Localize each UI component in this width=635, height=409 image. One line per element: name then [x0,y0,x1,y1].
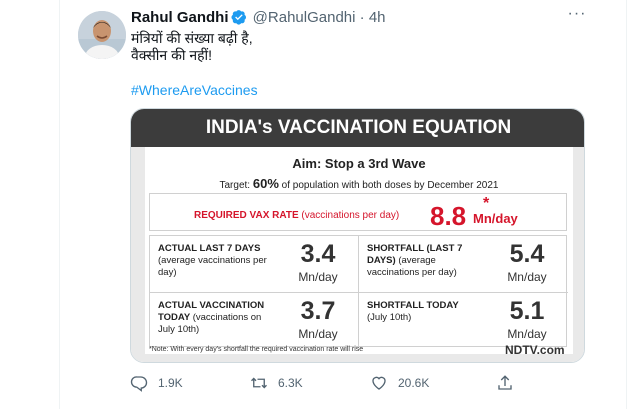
stat-title: SHORTFALL TODAY [367,300,459,311]
more-horizontal-icon[interactable]: ··· [566,6,588,26]
stat-title: ACTUAL LAST 7 DAYS [158,243,261,254]
hashtag-link[interactable]: #WhereAreVaccines [131,82,258,98]
tweet-header: Rahul Gandhi @RahulGandhi · 4h [131,9,386,26]
share-icon [498,375,512,390]
avatar-image [78,11,126,59]
retweet-button[interactable]: 6.3K [250,374,303,392]
media-image[interactable]: INDIA's VACCINATION EQUATION Aim: Stop a… [130,108,585,363]
stat-value: 3.4 [300,240,336,268]
required-rate-unit: Mn/day [473,211,518,226]
required-rate-label: REQUIRED VAX RATE (vaccinations per day) [194,210,399,221]
like-button[interactable]: 20.6K [370,374,429,392]
stat-unit: Mn/day [298,327,338,341]
stat-unit: Mn/day [507,270,547,284]
infographic-body: Aim: Stop a 3rd Wave Target: 60% of popu… [131,147,584,362]
author-handle[interactable]: @RahulGandhi [253,9,356,26]
stat-unit: Mn/day [507,327,547,341]
target-suffix: of population with both doses by Decembe… [278,180,499,191]
left-gutter [0,0,60,409]
tweet-text-line-2: वैक्सीन की नहीं! [131,47,213,63]
brand-logo: NDTV.com [505,343,565,357]
required-rate-title: REQUIRED VAX RATE [194,210,299,221]
target-text: Target: 60% of population with both dose… [145,176,573,191]
retweet-count: 6.3K [278,376,303,390]
target-percent: 60% [252,176,279,191]
stat-actual-last-7-days: ACTUAL LAST 7 DAYS (average vaccinations … [150,236,358,292]
reply-button[interactable]: 1.9K [130,374,183,392]
stat-label: ACTUAL LAST 7 DAYS (average vaccinations … [158,243,278,279]
infographic-panel: Aim: Stop a 3rd Wave Target: 60% of popu… [145,147,573,357]
stat-subtitle: (July 10th) [367,312,412,323]
stat-label: SHORTFALL TODAY (July 10th) [367,300,487,324]
action-bar: 1.9K 6.3K 20.6K [0,374,635,394]
stat-subtitle: (average vaccinations per day) [158,255,267,278]
stat-value: 3.7 [300,297,336,325]
stat-actual-today: ACTUAL VACCINATION TODAY (vaccinations o… [150,293,358,349]
reply-count: 1.9K [158,376,183,390]
author-name[interactable]: Rahul Gandhi [131,9,229,26]
tweet-time[interactable]: 4h [369,9,386,26]
heart-icon [372,376,386,390]
verified-badge-icon [230,10,246,25]
stat-value: 5.1 [509,297,545,325]
tweet[interactable]: Rahul Gandhi @RahulGandhi · 4h ··· मंत्र… [0,0,635,409]
stat-shortfall-today: SHORTFALL TODAY (July 10th) 5.1 Mn/day [359,293,567,349]
like-count: 20.6K [398,376,430,390]
infographic-title: INDIA's VACCINATION EQUATION [131,109,584,147]
required-rate-box: REQUIRED VAX RATE (vaccinations per day)… [149,193,567,231]
stat-shortfall-last-7-days: SHORTFALL (LAST 7 DAYS) (average vaccina… [359,236,567,292]
avatar[interactable] [78,11,126,59]
stat-unit: Mn/day [298,270,338,284]
target-prefix: Target: [219,180,253,191]
stat-label: SHORTFALL (LAST 7 DAYS) (average vaccina… [367,243,487,279]
footnote: *Note: With every day's shortfall the re… [149,346,364,353]
retweet-icon [251,377,267,389]
stat-value: 5.4 [509,240,545,268]
required-rate-sub: (vaccinations per day) [298,210,400,221]
reply-icon [130,376,148,392]
stats-grid: ACTUAL LAST 7 DAYS (average vaccinations … [149,235,568,349]
stat-label: ACTUAL VACCINATION TODAY (vaccinations o… [158,300,278,336]
share-button[interactable] [496,374,524,392]
right-gutter [626,0,635,409]
required-rate-value: 8.8 [430,201,467,231]
aim-text: Aim: Stop a 3rd Wave [292,156,426,171]
separator-dot: · [359,9,365,26]
